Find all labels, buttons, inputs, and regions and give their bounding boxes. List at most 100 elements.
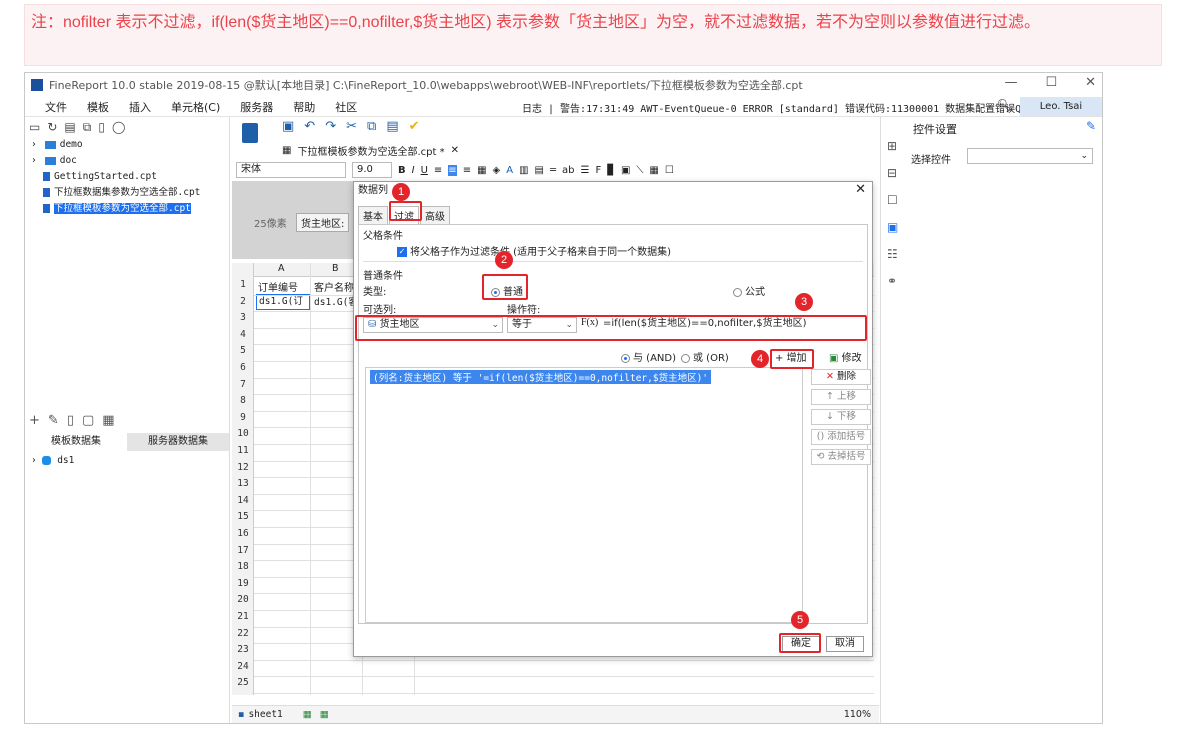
merge-icon[interactable]: ▥ <box>519 165 528 176</box>
brush-icon[interactable]: ✔ <box>409 119 420 134</box>
file-tab[interactable]: ▦ 下拉框模板参数为空选全部.cpt * ✕ <box>282 141 459 159</box>
tree-item[interactable]: › demo <box>25 137 229 153</box>
redo-icon[interactable]: ↷ <box>325 119 336 134</box>
add-sheet-icon[interactable]: ▦ <box>303 709 312 720</box>
tab-template-dataset[interactable]: 模板数据集 <box>25 433 127 451</box>
open-icon[interactable]: ▤ <box>64 120 75 134</box>
move-down-button[interactable]: ↓ 下移 <box>811 409 871 425</box>
italic-icon[interactable]: I <box>412 165 415 176</box>
new-folder-icon[interactable]: ▭ <box>29 120 40 134</box>
or-radio[interactable]: 或 (OR) <box>681 349 729 364</box>
row-number[interactable]: 23 <box>232 644 254 655</box>
align-right-icon[interactable]: ≡ <box>463 165 471 176</box>
font-family-select[interactable]: 宋体 <box>236 162 346 178</box>
row-number[interactable]: 7 <box>232 379 254 390</box>
column-b[interactable]: B <box>332 263 339 274</box>
menu-community[interactable]: 社区 <box>335 99 357 115</box>
split-icon[interactable]: ▤ <box>535 165 544 176</box>
formula-icon[interactable]: F <box>595 165 601 176</box>
row-number[interactable]: 18 <box>232 561 254 572</box>
minimize-button[interactable]: — <box>1004 75 1017 90</box>
cell-attr-icon[interactable]: ⊞ <box>887 139 898 153</box>
param-label[interactable]: 货主地区: <box>296 213 350 232</box>
zoom-level[interactable]: 110% <box>844 709 871 720</box>
close-button[interactable]: ✕ <box>1085 75 1096 90</box>
menu-insert[interactable]: 插入 <box>129 99 151 115</box>
row-number[interactable]: 17 <box>232 545 254 556</box>
font-color-icon[interactable]: A <box>506 165 513 176</box>
chart-icon[interactable]: ▊ <box>607 165 615 176</box>
type-formula-radio[interactable]: 公式 <box>733 283 765 298</box>
row-number[interactable]: 15 <box>232 511 254 522</box>
underline-icon[interactable]: U <box>421 165 428 176</box>
tree-item-selected[interactable]: 下拉框模板参数为空选全部.cpt <box>25 201 229 217</box>
refresh-icon[interactable]: ↻ <box>47 120 57 134</box>
row-number[interactable]: 5 <box>232 345 254 356</box>
add-bracket-button[interactable]: () 添加括号 <box>811 429 871 445</box>
border-icon[interactable]: ▦ <box>477 165 486 176</box>
cancel-button[interactable]: 取消 <box>826 636 864 652</box>
row-number[interactable]: 1 <box>232 279 254 290</box>
row-number[interactable]: 9 <box>232 412 254 423</box>
frame-icon[interactable]: ☐ <box>665 165 674 176</box>
list-icon[interactable]: ☰ <box>581 165 590 176</box>
menu-cell[interactable]: 单元格(C) <box>171 99 220 115</box>
menu-help[interactable]: 帮助 <box>293 99 315 115</box>
row-number[interactable]: 4 <box>232 329 254 340</box>
condition-list[interactable]: (列名:货主地区) 等于 '=if(len($货主地区)==0,nofilter… <box>365 367 803 623</box>
dataset-item[interactable]: › ds1 <box>31 455 74 466</box>
pen-icon[interactable]: ✎ <box>1086 119 1096 133</box>
sheet-tab[interactable]: sheet1 <box>248 709 282 720</box>
tab-basic[interactable]: 基本 <box>358 206 388 224</box>
ribbon-icon[interactable] <box>242 123 258 143</box>
text-icon[interactable]: ab <box>562 165 574 176</box>
tree-item[interactable]: GettingStarted.cpt <box>25 169 229 185</box>
row-number[interactable]: 3 <box>232 312 254 323</box>
condition-icon[interactable]: ☷ <box>887 247 898 261</box>
dialog-close-icon[interactable]: ✕ <box>855 182 866 197</box>
row-number[interactable]: 14 <box>232 495 254 506</box>
user-account[interactable]: Leo. Tsai <box>1020 97 1102 116</box>
widget-settings-icon[interactable]: ▣ <box>887 220 898 234</box>
search-icon[interactable]: 🔍︎ <box>997 98 1012 112</box>
row-number[interactable]: 24 <box>232 661 254 672</box>
select-widget-dropdown[interactable]: ⌄ <box>967 148 1093 164</box>
wrap-icon[interactable]: ═ <box>550 165 556 176</box>
cell-b1[interactable]: 客户名称 <box>314 279 354 294</box>
image-icon[interactable]: ▣ <box>621 165 630 176</box>
tab-server-dataset[interactable]: 服务器数据集 <box>127 433 229 451</box>
row-number[interactable]: 11 <box>232 445 254 456</box>
slash-icon[interactable]: ⟍ <box>636 165 643 176</box>
edit-icon[interactable]: ✎ <box>48 413 59 428</box>
condition-item[interactable]: (列名:货主地区) 等于 '=if(len($货主地区)==0,nofilter… <box>370 370 712 384</box>
lock-icon[interactable]: ◯ <box>112 120 125 134</box>
cut-icon[interactable]: ✂ <box>346 119 357 134</box>
menu-file[interactable]: 文件 <box>45 99 67 115</box>
cell-a1[interactable]: 订单编号 <box>258 279 298 294</box>
move-up-button[interactable]: ↑ 上移 <box>811 389 871 405</box>
delete-button[interactable]: ✕ 删除 <box>811 369 871 385</box>
close-tab-icon[interactable]: ✕ <box>451 145 459 156</box>
row-number[interactable]: 25 <box>232 677 254 688</box>
fill-icon[interactable]: ◈ <box>493 165 501 176</box>
preview-icon[interactable]: ▢ <box>82 413 94 428</box>
add-dataset-icon[interactable]: + <box>29 413 40 428</box>
column-a[interactable]: A <box>278 263 285 274</box>
parent-condition-checkbox[interactable]: ✓ 将父格子作为过滤条件 (适用于父子格来自于同一个数据集) <box>397 243 671 258</box>
and-radio[interactable]: 与 (AND) <box>621 349 676 364</box>
maximize-button[interactable]: ☐ <box>1045 75 1057 90</box>
save-icon[interactable]: ▣ <box>282 119 294 134</box>
row-number[interactable]: 8 <box>232 395 254 406</box>
undo-icon[interactable]: ↶ <box>304 119 315 134</box>
row-number[interactable]: 21 <box>232 611 254 622</box>
row-number[interactable]: 10 <box>232 428 254 439</box>
row-number[interactable]: 19 <box>232 578 254 589</box>
cell-a2[interactable]: ds1.G(订 <box>256 294 310 310</box>
modify-button[interactable]: ▣ 修改 <box>829 349 862 364</box>
tree-item[interactable]: › doc <box>25 153 229 169</box>
row-number[interactable]: 20 <box>232 594 254 605</box>
tree-item[interactable]: 下拉框数据集参数为空选全部.cpt <box>25 185 229 201</box>
float-icon[interactable]: ⊟ <box>887 166 898 180</box>
widget-icon[interactable]: ☐ <box>887 193 898 207</box>
table-icon[interactable]: ▦ <box>102 413 114 428</box>
